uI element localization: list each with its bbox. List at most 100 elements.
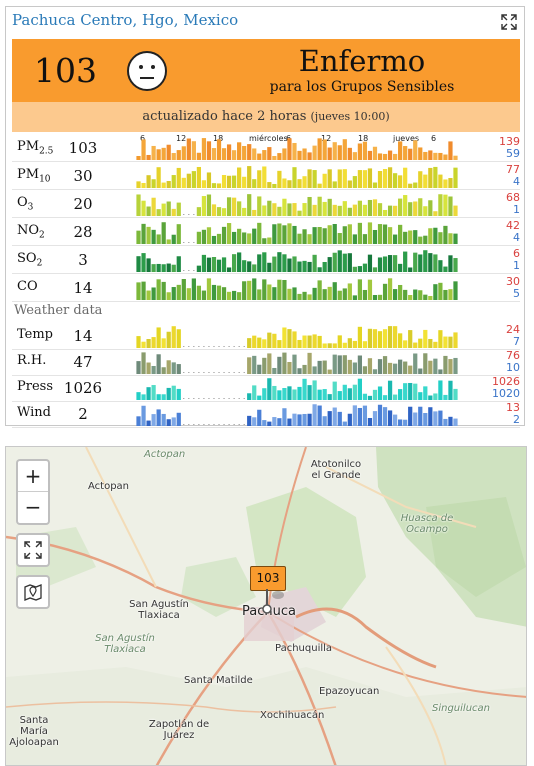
history-bar <box>342 384 347 400</box>
history-bar <box>146 206 151 216</box>
pollutant-row-co[interactable]: CO 14 30 5 <box>12 275 520 302</box>
station-name-link[interactable]: Pachuca Centro, Hgo, Mexico <box>12 11 238 29</box>
history-bar <box>196 207 202 216</box>
pollutant-row-no2[interactable]: NO2 28 42 4 <box>12 219 520 246</box>
history-bar <box>193 214 195 215</box>
history-bar-chart[interactable] <box>136 192 458 216</box>
history-bar-chart[interactable] <box>136 136 458 160</box>
history-bar <box>231 231 237 244</box>
history-bar <box>418 392 423 400</box>
history-bar <box>141 182 146 188</box>
history-bar-chart[interactable] <box>136 350 458 374</box>
pollutant-label: O3 <box>17 195 33 213</box>
history-bar <box>418 236 423 244</box>
weather-row-temp[interactable]: Temp 14 24 7 <box>12 323 520 350</box>
history-bar <box>203 424 205 425</box>
history-bar <box>387 380 393 400</box>
history-bar <box>252 264 257 272</box>
history-bar <box>372 389 378 400</box>
history-bar <box>211 183 217 188</box>
history-bar-chart[interactable] <box>136 376 458 400</box>
history-bar <box>151 385 156 400</box>
history-bar <box>231 175 237 188</box>
history-bar-chart[interactable] <box>136 220 458 244</box>
history-bar <box>428 360 433 374</box>
history-bar-chart[interactable] <box>136 402 458 426</box>
aqi-banner: 103 Enfermo para los Grupos Sensibles <box>12 39 520 102</box>
history-bar <box>218 424 220 425</box>
history-bar <box>317 196 322 216</box>
history-bar <box>243 424 245 425</box>
history-bar <box>203 346 205 347</box>
history-bar <box>228 372 230 373</box>
history-bar-chart[interactable] <box>136 164 458 188</box>
history-bar <box>443 194 448 216</box>
history-bar <box>312 380 317 400</box>
pollutant-row-so2[interactable]: SO2 3 6 1 <box>12 247 520 274</box>
weather-value: 14 <box>73 327 93 345</box>
history-bar <box>198 372 200 373</box>
history-bar <box>223 398 225 399</box>
history-bar <box>193 372 195 373</box>
history-bar <box>372 146 378 160</box>
history-bar <box>367 328 373 348</box>
history-bar <box>312 204 317 216</box>
history-bar-chart[interactable] <box>136 324 458 348</box>
history-bar <box>216 285 222 300</box>
station-marker[interactable]: 103 <box>250 566 286 591</box>
history-bar <box>448 380 453 400</box>
history-bar <box>337 233 342 244</box>
history-bar <box>237 292 242 300</box>
pollutant-row-o3[interactable]: O3 20 68 1 <box>12 191 520 218</box>
history-bar <box>302 203 307 216</box>
history-bar <box>161 147 166 160</box>
history-bar <box>322 289 327 300</box>
map-fullscreen-button[interactable] <box>16 533 50 567</box>
history-bar <box>387 167 393 188</box>
history-bar <box>287 138 292 160</box>
history-bar <box>438 232 443 244</box>
history-bar <box>166 263 171 272</box>
history-bar <box>362 366 368 374</box>
place-label: Zapotlán de Juárez <box>148 719 210 741</box>
history-bar <box>332 204 337 216</box>
history-bar <box>272 183 277 188</box>
pollutant-label: CO <box>17 279 38 297</box>
map-layers-button[interactable] <box>16 575 50 609</box>
history-bar <box>156 327 161 348</box>
history-bar <box>398 198 403 216</box>
history-bar <box>171 208 176 216</box>
history-bar <box>392 326 398 348</box>
pollutant-row-pm10[interactable]: PM10 30 77 4 <box>12 163 520 190</box>
history-bar <box>443 418 448 426</box>
history-bar-chart[interactable] <box>136 276 458 300</box>
history-bar-chart[interactable] <box>136 248 458 272</box>
history-bar <box>297 210 302 216</box>
history-bar <box>181 146 186 160</box>
weather-row-wind[interactable]: Wind 2 13 2 <box>12 401 520 428</box>
history-bar <box>216 139 222 160</box>
zoom-in-button[interactable]: + <box>18 461 48 492</box>
history-bar <box>211 284 217 300</box>
pollutant-row-pm25[interactable]: PM2.5 103 139 59 <box>12 135 520 162</box>
pollutant-name: SO <box>17 251 37 266</box>
zoom-control: + − <box>16 459 50 525</box>
weather-row-rh[interactable]: R.H. 47 76 10 <box>12 349 520 376</box>
history-bar <box>252 179 257 188</box>
weather-label: Wind <box>17 405 51 420</box>
history-bar <box>372 295 378 300</box>
weather-row-press[interactable]: Press 1026 1026 1020 <box>12 375 520 402</box>
zoom-out-button[interactable]: − <box>18 492 48 522</box>
history-bar <box>201 290 207 300</box>
history-bar <box>203 372 205 373</box>
map-widget[interactable]: + − Actopan Actopan Atotonilco el Grande… <box>5 446 527 766</box>
history-bar <box>151 337 156 348</box>
expand-icon[interactable] <box>501 14 517 30</box>
history-bar <box>297 233 302 244</box>
aqi-sublevel: para los Grupos Sensibles <box>269 79 455 95</box>
history-bar <box>176 412 181 426</box>
history-bar <box>322 261 327 272</box>
history-bar <box>413 342 418 348</box>
pollutant-value: 28 <box>73 223 93 241</box>
history-bar <box>362 289 368 300</box>
